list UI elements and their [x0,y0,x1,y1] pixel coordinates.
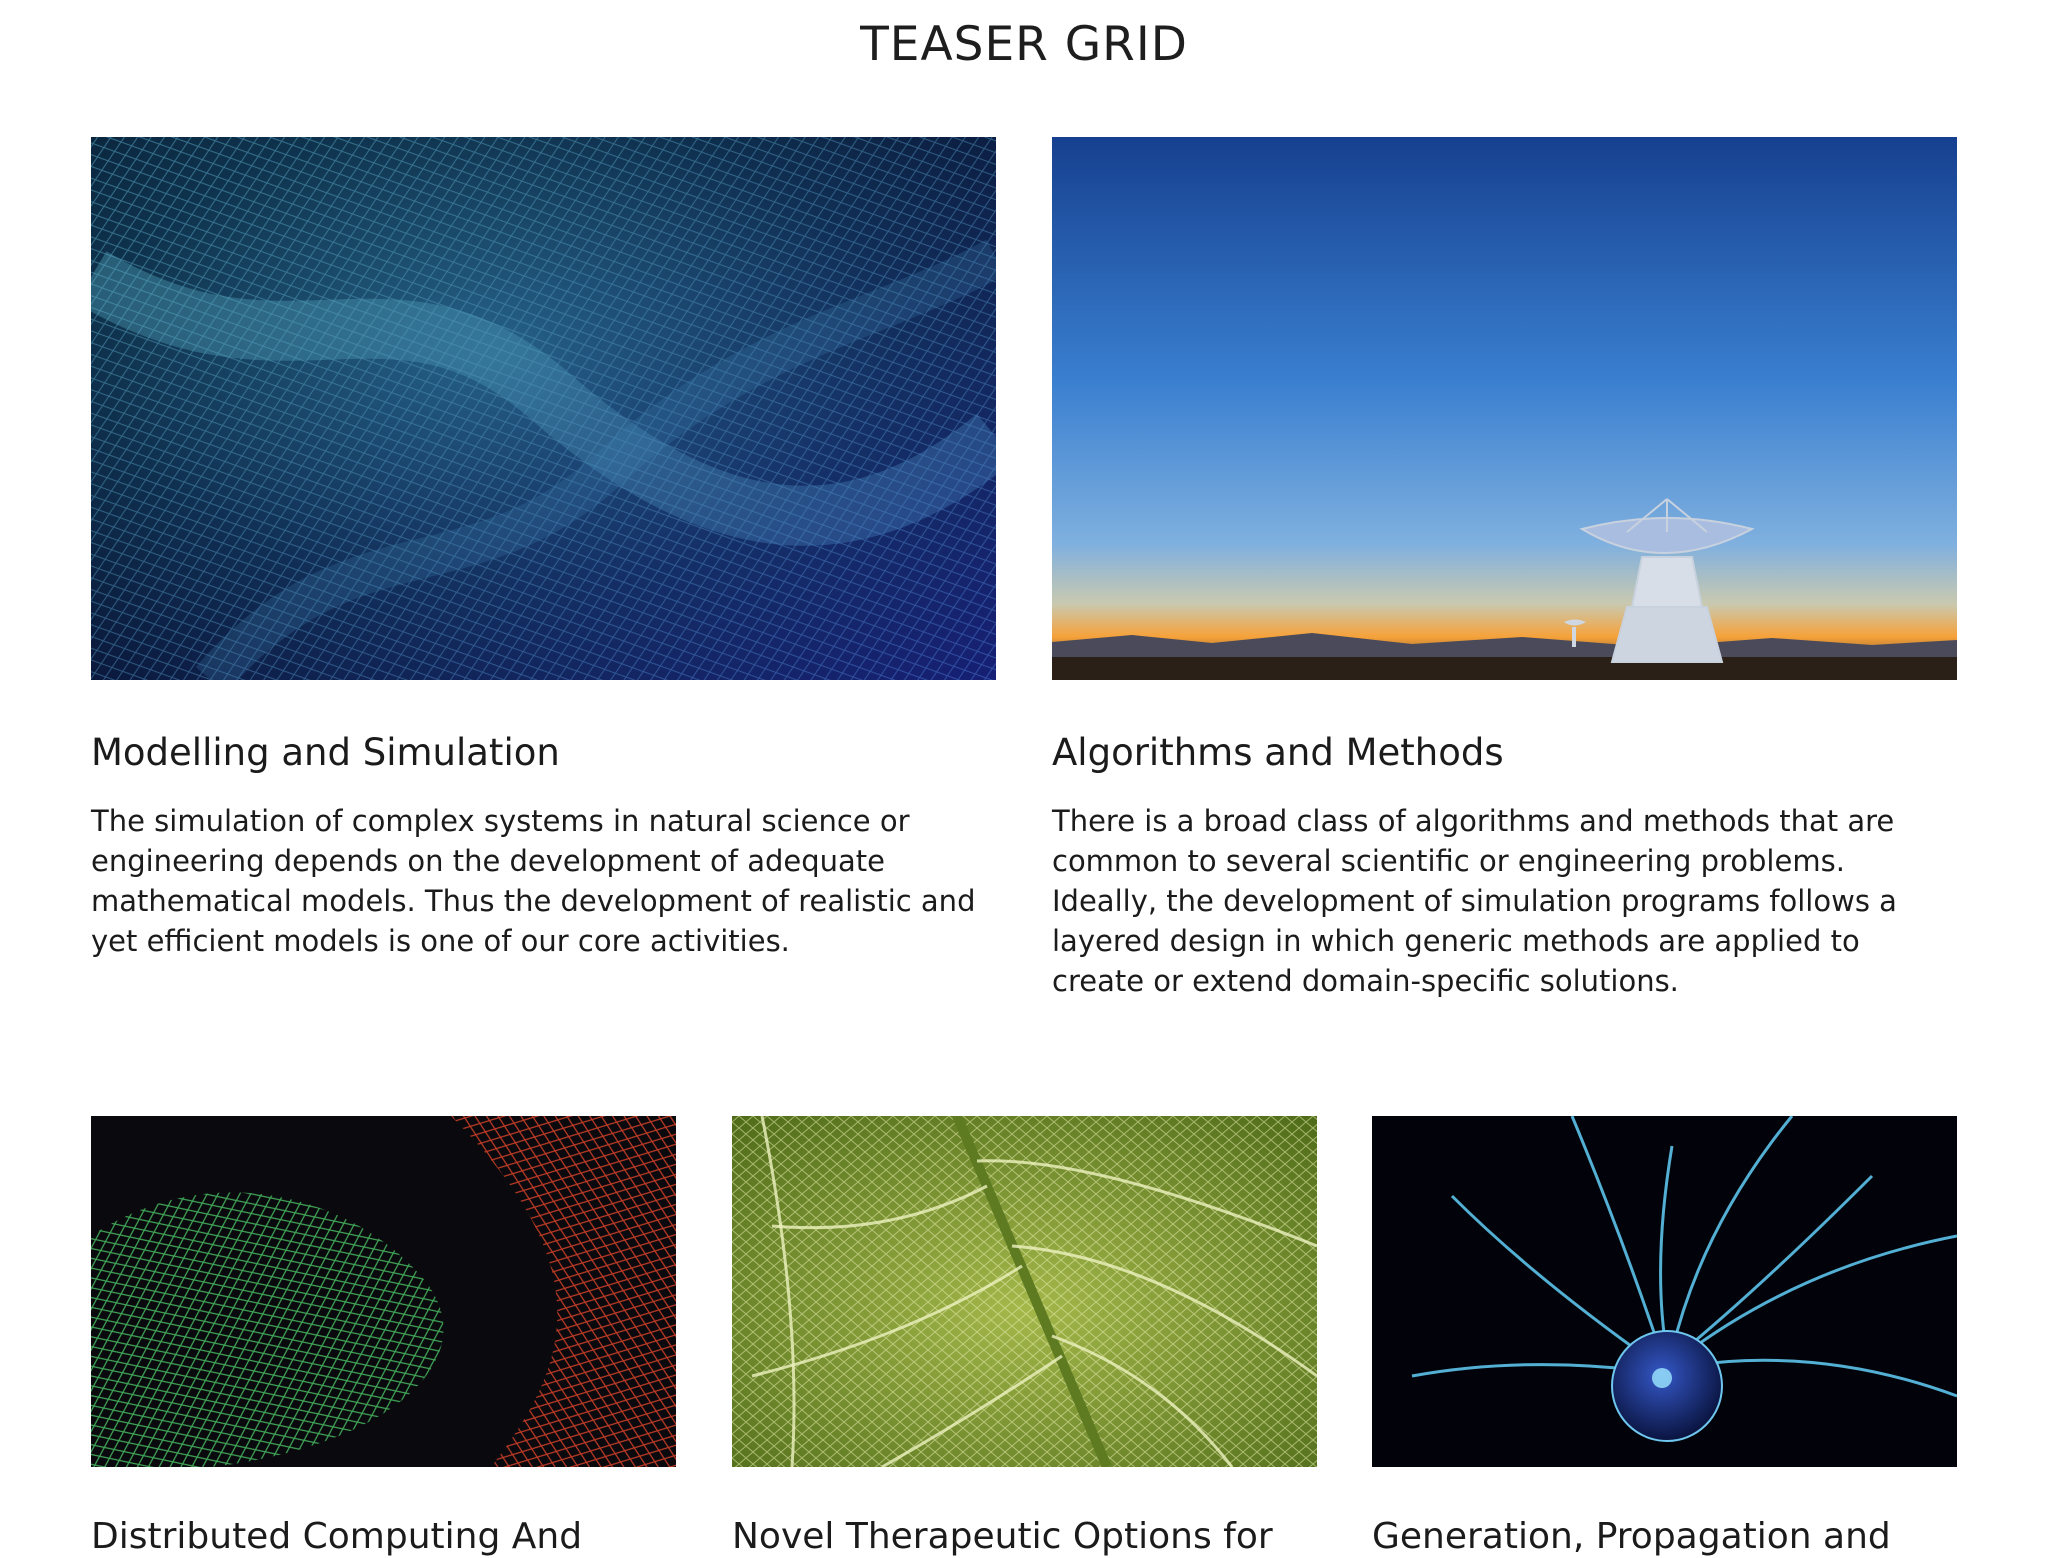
leaf-veins-image[interactable] [732,1116,1317,1467]
teaser-title[interactable]: Generation, Propagation and [1372,1515,1957,1558]
teaser-text: There is a broad class of algorithms and… [1052,804,1897,999]
teaser-card-distributed[interactable]: Distributed Computing And [91,1116,676,1558]
radio-telescope-image[interactable] [1052,137,1957,680]
teaser-title[interactable]: Modelling and Simulation [91,731,996,775]
teaser-card-algorithms[interactable]: Algorithms and Methods There is a broad … [1052,137,1957,1001]
teaser-title[interactable]: Algorithms and Methods [1052,731,1957,775]
mesh-network-blue-image[interactable] [91,137,996,680]
teaser-text: The simulation of complex systems in nat… [91,804,976,959]
teaser-card-generation[interactable]: Generation, Propagation and [1372,1116,1957,1558]
teaser-title[interactable]: Novel Therapeutic Options for [732,1515,1317,1558]
teaser-card-therapeutic[interactable]: Novel Therapeutic Options for [732,1116,1317,1558]
mesh-network-green-red-image[interactable] [91,1116,676,1467]
teaser-title[interactable]: Distributed Computing And [91,1515,676,1558]
teaser-card-modelling[interactable]: Modelling and Simulation The simulation … [91,137,996,961]
plasma-ball-image[interactable] [1372,1116,1957,1467]
page-title: TEASER GRID [860,17,1188,72]
